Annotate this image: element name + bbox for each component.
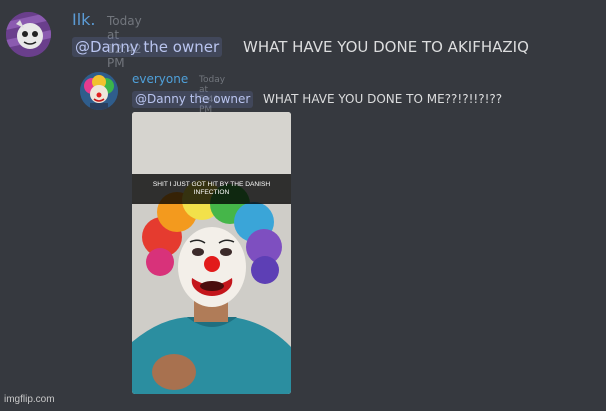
mention-tag[interactable]: @Danny the owner bbox=[72, 37, 223, 57]
avatar-clown-icon bbox=[80, 72, 118, 110]
clown-photo-image bbox=[132, 112, 291, 394]
avatar-ilk[interactable] bbox=[6, 12, 51, 57]
snap-caption: SHIT I JUST GOT HIT BY THE DANISH INFECT… bbox=[132, 174, 291, 204]
watermark: imgflip.com bbox=[4, 394, 55, 405]
message-text: WHAT HAVE YOU DONE TO ME??!?!!?!?? bbox=[263, 92, 503, 106]
username[interactable]: everyone bbox=[132, 72, 188, 86]
avatar-everyone[interactable] bbox=[80, 72, 118, 110]
username[interactable]: Ilk. bbox=[72, 10, 96, 29]
avatar-character-icon bbox=[6, 12, 51, 57]
mention-tag[interactable]: @Danny the owner bbox=[132, 91, 254, 108]
message-text: WHAT HAVE YOU DONE TO AKIFHAZIQ bbox=[243, 38, 529, 56]
image-attachment[interactable]: SHIT I JUST GOT HIT BY THE DANISH INFECT… bbox=[132, 112, 291, 394]
